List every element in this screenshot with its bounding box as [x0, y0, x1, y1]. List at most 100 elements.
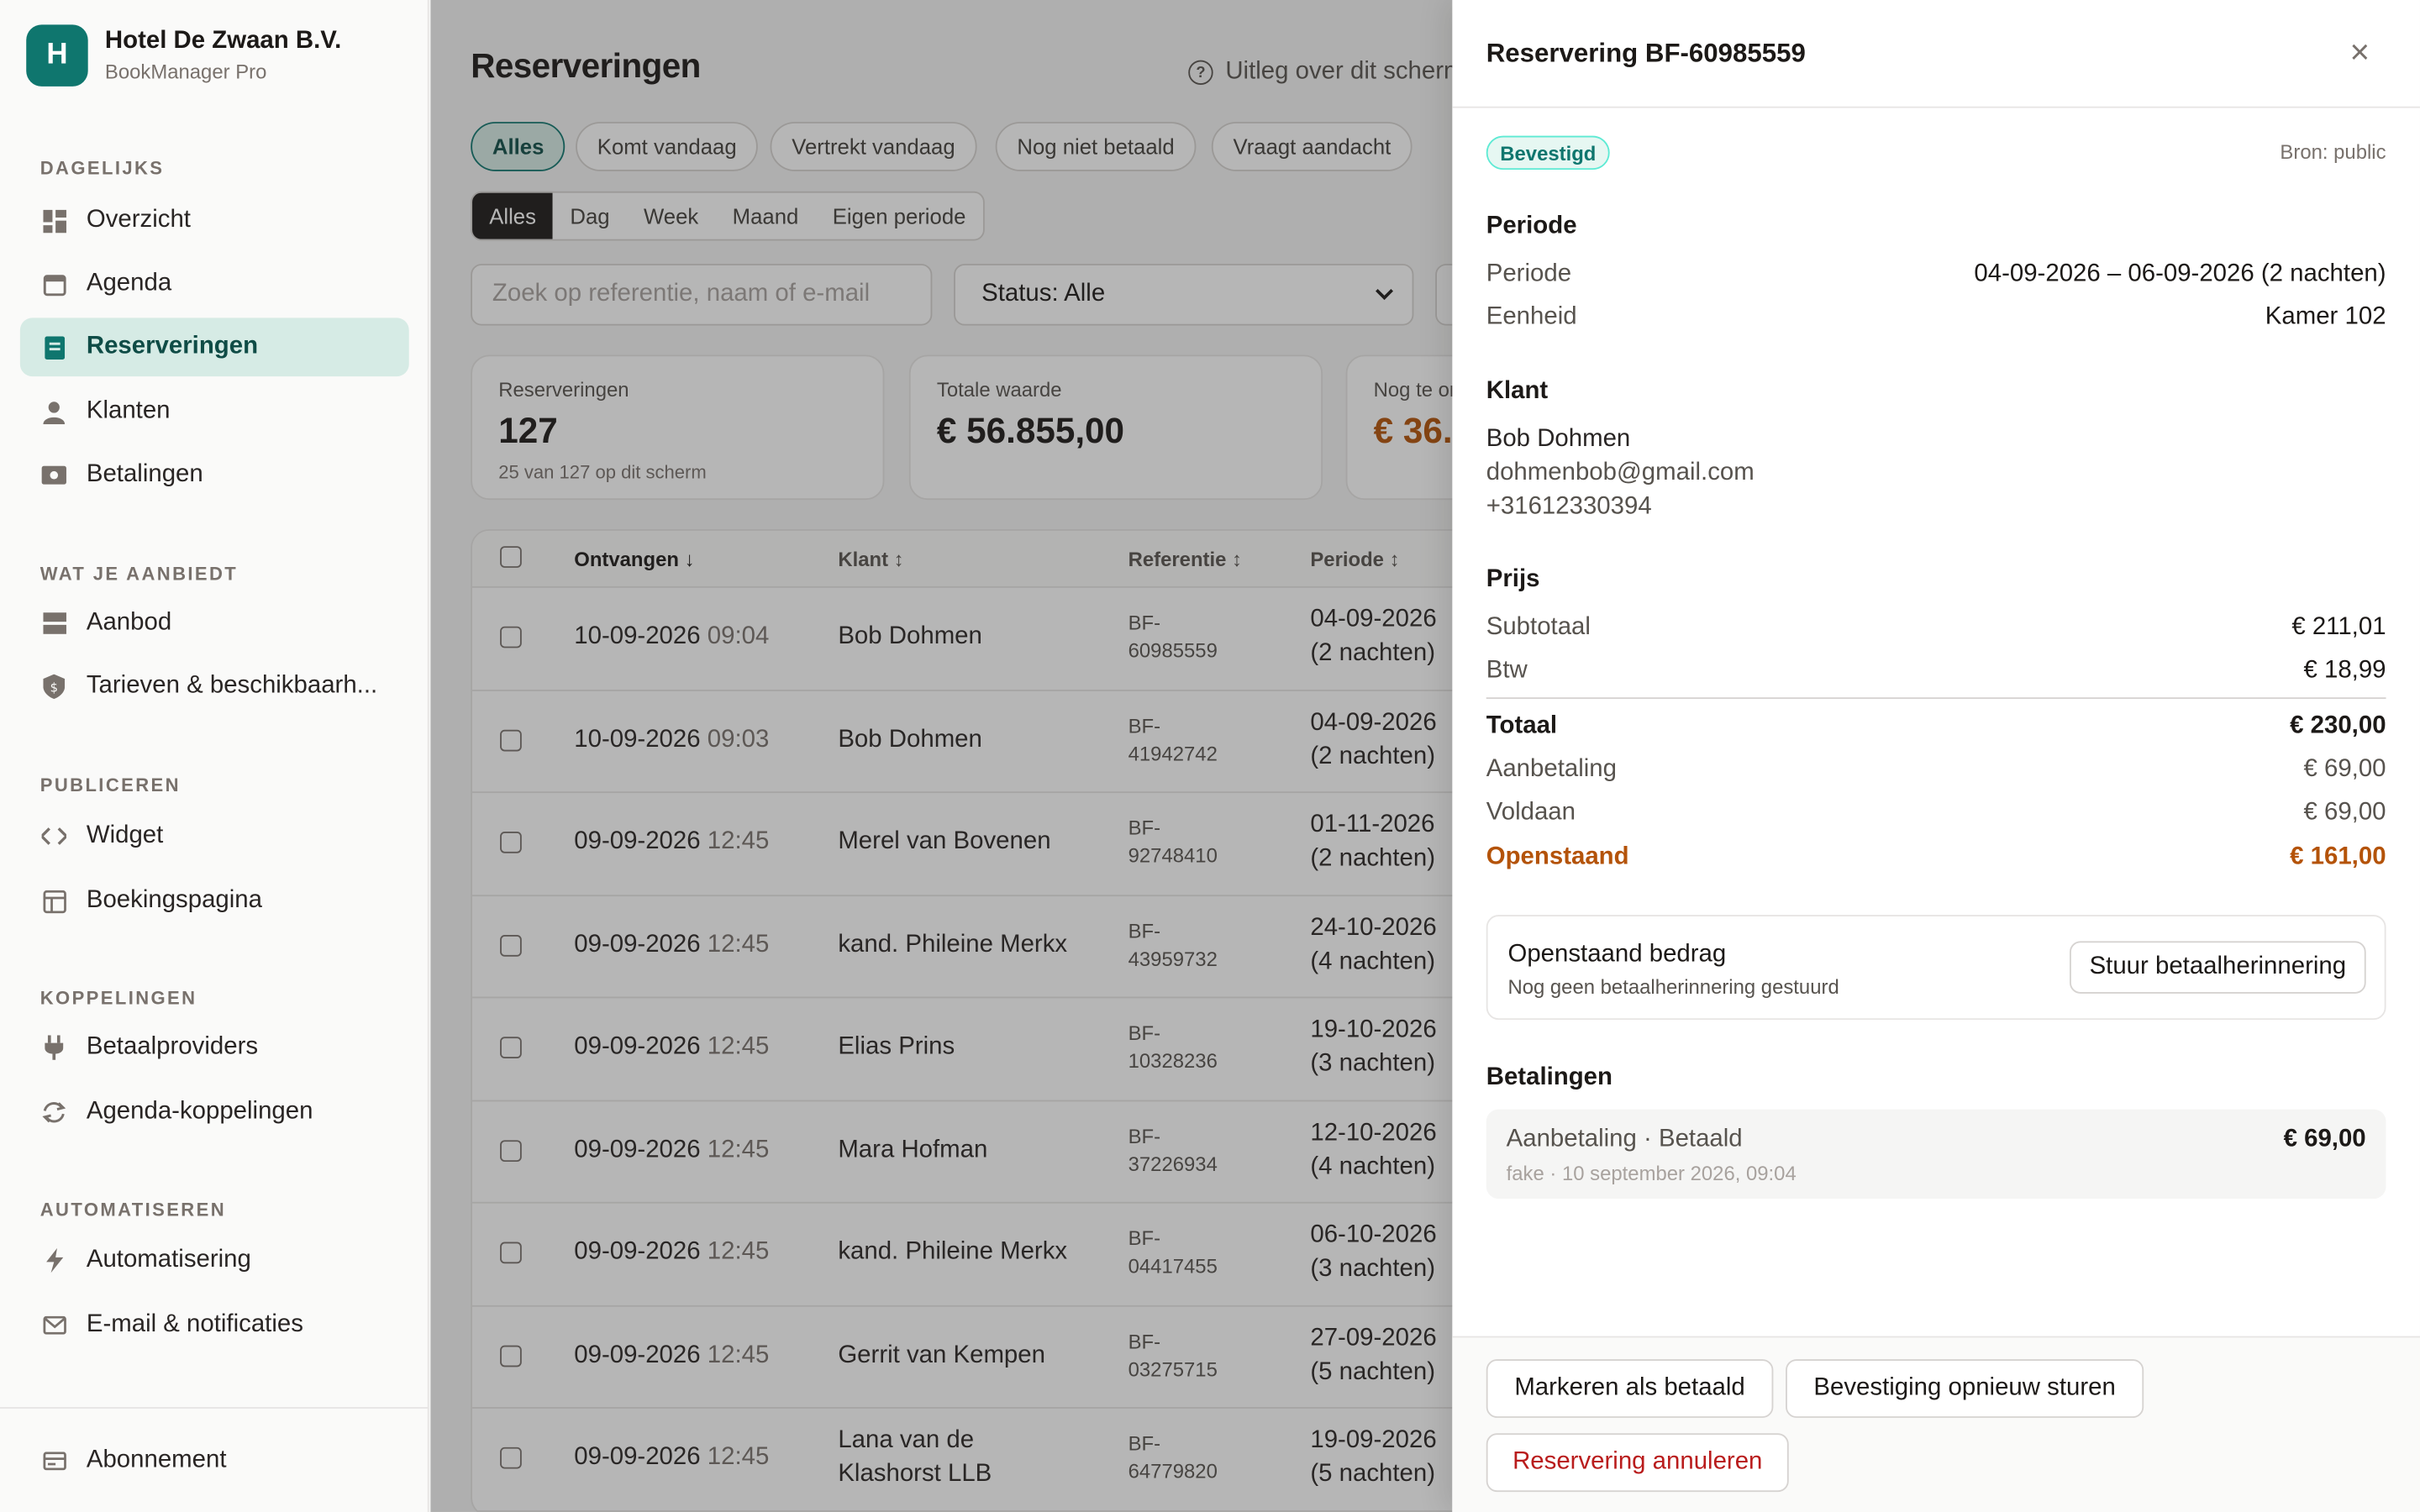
received-date: 10-09-2026 [574, 623, 701, 650]
table-row[interactable]: 09-09-2026 12:45 kand. Phileine Merkx BF- 4… [472, 895, 1550, 999]
row-checkbox[interactable] [500, 934, 522, 956]
drawer-header: Reservering BF-60985559 × [1452, 0, 2420, 108]
col-received[interactable]: Ontvangen ↓ [574, 548, 694, 571]
send-reminder-button[interactable]: Stuur betaalherinnering [2070, 941, 2366, 994]
outstanding-title: Openstaand bedrag [1507, 941, 1727, 968]
source-label: Bron: public [2280, 140, 2386, 164]
table-header: Ontvangen ↓ Klant ↕ Referentie ↕ Periode… [472, 530, 1550, 588]
customer-cell: Lana van de [838, 1426, 975, 1454]
received-date: 09-09-2026 [574, 1033, 701, 1060]
period-label: Periode [1486, 260, 1572, 287]
table-row[interactable]: 09-09-2026 12:45 Lana van de Klashorst LLB… [472, 1409, 1550, 1512]
row-checkbox[interactable] [500, 1344, 522, 1367]
customer-cell: Bob Dohmen [838, 726, 982, 753]
customer-heading: Klant [1486, 377, 1549, 405]
received-date: 09-09-2026 [574, 1136, 701, 1163]
mail-icon [42, 1313, 66, 1337]
status-select-value: Status: Alle [981, 281, 1106, 307]
sidebar-item-pay-providers[interactable]: Betaalproviders [20, 1018, 409, 1077]
period-week[interactable]: Week [627, 193, 716, 239]
filter-attention[interactable]: Vraagt aandacht [1211, 122, 1413, 171]
period-month[interactable]: Maand [715, 193, 815, 239]
row-checkbox[interactable] [500, 728, 522, 751]
sidebar-item-calendar-links[interactable]: Agenda-koppelingen [20, 1083, 409, 1142]
status-select[interactable]: Status: Alle [954, 264, 1414, 326]
period-heading: Periode [1486, 213, 1577, 239]
customer-email[interactable]: dohmenbob@gmail.com [1486, 459, 1754, 487]
table-row[interactable]: 10-09-2026 09:04 Bob Dohmen BF- 60985559 04-… [472, 588, 1550, 690]
mark-paid-button[interactable]: Markeren als betaald [1486, 1359, 1774, 1418]
received-cell: 09-09-2026 12:45 [574, 828, 769, 856]
reservations-table: Ontvangen ↓ Klant ↕ Referentie ↕ Periode… [471, 528, 1551, 1512]
open-value: € 161,00 [2290, 843, 2386, 870]
sidebar-item-overview[interactable]: Overzicht [20, 192, 409, 250]
received-time: 12:45 [707, 828, 770, 855]
close-icon[interactable]: × [2343, 34, 2376, 71]
search-input[interactable] [471, 264, 933, 326]
table-row[interactable]: 10-09-2026 09:03 Bob Dohmen BF- 41942742 04-… [472, 690, 1550, 794]
period-all[interactable]: Alles [472, 192, 554, 239]
filter-all[interactable]: Alles [471, 122, 566, 171]
customer-cell-line2: Klashorst LLB [838, 1461, 992, 1488]
nights-cell: (5 nachten) [1310, 1461, 1436, 1488]
sidebar-item-agenda[interactable]: Agenda [20, 255, 409, 313]
table-row[interactable]: 09-09-2026 12:45 Mara Hofman BF- 37226934 12… [472, 1100, 1550, 1204]
reference-cell-number: 41942742 [1128, 741, 1218, 765]
col-period[interactable]: Periode ↕ [1310, 548, 1399, 571]
sidebar-item-rates[interactable]: $ Tarieven & beschikbaarh... [20, 657, 409, 716]
row-checkbox[interactable] [500, 1037, 522, 1058]
plug-icon [42, 1035, 66, 1060]
filter-arriving-today[interactable]: Komt vandaag [576, 122, 759, 171]
period-day[interactable]: Dag [553, 193, 627, 239]
row-checkbox[interactable] [500, 626, 522, 648]
person-icon [42, 400, 66, 424]
select-all-checkbox[interactable] [500, 546, 522, 568]
table-row[interactable]: 09-09-2026 12:45 Merel van Bovenen BF- 9274… [472, 793, 1550, 896]
total-value: € 230,00 [2290, 712, 2386, 739]
reference-cell-number: 64779820 [1128, 1459, 1218, 1483]
svg-text:$: $ [50, 681, 58, 696]
cancel-reservation-button[interactable]: Reservering annuleren [1486, 1433, 1789, 1493]
sidebar-item-reservations[interactable]: Reserveringen [19, 318, 409, 377]
unit-label: Eenheid [1486, 303, 1577, 331]
sidebar: H Hotel De Zwaan B.V. BookManager Pro DA… [0, 0, 429, 1512]
received-date: 09-09-2026 [574, 828, 701, 855]
subtotal-label: Subtotaal [1486, 614, 1591, 641]
table-row[interactable]: 09-09-2026 12:45 kand. Phileine Merkx BF- 0… [472, 1204, 1550, 1306]
sidebar-item-subscription[interactable]: Abonnement [20, 1431, 409, 1490]
period-cell: 24-10-2026 [1310, 914, 1437, 941]
reference-cell-number: 92748410 [1128, 843, 1218, 868]
col-reference[interactable]: Referentie ↕ [1128, 548, 1242, 571]
nights-cell: (4 nachten) [1310, 1152, 1436, 1180]
sidebar-item-automation[interactable]: Automatisering [20, 1231, 409, 1290]
payment-amount: € 69,00 [2283, 1126, 2366, 1153]
sidebar-item-email[interactable]: E-mail & notificaties [20, 1296, 409, 1355]
page-title: Reserveringen [471, 46, 701, 86]
row-checkbox[interactable] [500, 1139, 522, 1162]
received-time: 12:45 [707, 1444, 770, 1471]
table-row[interactable]: 09-09-2026 12:45 Gerrit van Kempen BF- 0327… [472, 1306, 1550, 1409]
customer-phone[interactable]: +31612330394 [1486, 494, 1652, 522]
period-custom[interactable]: Eigen periode [816, 193, 983, 239]
help-link[interactable]: ? Uitleg over dit scherm [1188, 59, 1465, 87]
nights-cell: (3 nachten) [1310, 1050, 1436, 1078]
filter-unpaid[interactable]: Nog niet betaald [995, 122, 1197, 171]
col-customer[interactable]: Klant ↕ [838, 548, 903, 571]
received-time: 09:03 [707, 726, 770, 753]
subtotal-value: € 211,01 [2291, 614, 2386, 641]
chevron-down-icon [1375, 281, 1394, 308]
sidebar-item-widget[interactable]: Widget [20, 807, 409, 866]
stat-label: Reserveringen [498, 377, 629, 402]
table-row[interactable]: 09-09-2026 12:45 Elias Prins BF- 10328236 19… [472, 998, 1550, 1101]
sidebar-item-customers[interactable]: Klanten [20, 383, 409, 442]
drawer-title: Reservering BF-60985559 [1486, 38, 1806, 68]
resend-confirmation-button[interactable]: Bevestiging opnieuw sturen [1786, 1359, 2144, 1418]
row-checkbox[interactable] [500, 1446, 522, 1469]
filter-leaving-today[interactable]: Vertrekt vandaag [770, 122, 977, 171]
sidebar-item-booking-page[interactable]: Boekingspagina [20, 872, 409, 931]
sidebar-item-offer[interactable]: Aanbod [20, 594, 409, 653]
brand[interactable]: H Hotel De Zwaan B.V. BookManager Pro [26, 24, 341, 87]
sidebar-item-payments[interactable]: Betalingen [20, 446, 409, 505]
row-checkbox[interactable] [500, 1242, 522, 1264]
row-checkbox[interactable] [500, 831, 522, 853]
